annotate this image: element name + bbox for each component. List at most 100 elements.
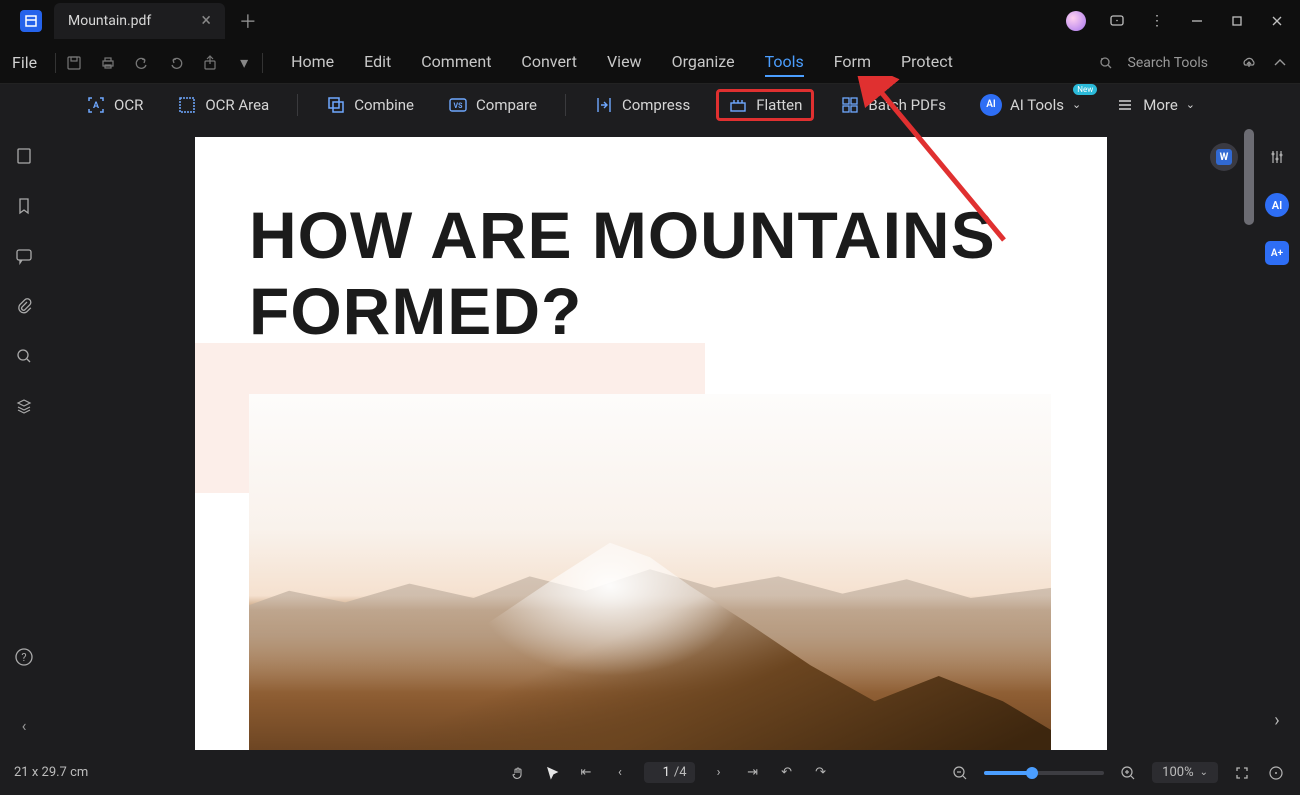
flatten-label: Flatten: [756, 96, 802, 114]
menu-tools[interactable]: Tools: [765, 48, 804, 77]
batch-button[interactable]: Batch PDFs: [834, 91, 952, 119]
fit-page-icon[interactable]: [1266, 763, 1286, 783]
divider: [565, 94, 566, 116]
menu-form[interactable]: Form: [834, 48, 871, 77]
layers-icon[interactable]: [13, 395, 35, 417]
zoom-level[interactable]: 100% ⌄: [1152, 762, 1218, 783]
hand-tool-icon[interactable]: [508, 763, 528, 783]
more-icon: [1115, 95, 1135, 115]
flatten-icon: [728, 95, 748, 115]
rotate-right-icon[interactable]: ↷: [811, 763, 831, 783]
fullscreen-icon[interactable]: [1232, 763, 1252, 783]
compress-button[interactable]: Compress: [588, 91, 696, 119]
menu-edit[interactable]: Edit: [364, 48, 391, 77]
tab-close-icon[interactable]: ×: [201, 12, 211, 30]
close-window-icon[interactable]: [1268, 12, 1286, 30]
ai-tools-button[interactable]: AI AI Tools ⌄ New: [974, 90, 1087, 120]
prev-page-icon[interactable]: ‹: [610, 763, 630, 783]
page-total: /4: [674, 765, 687, 780]
menu-tabs: Home Edit Comment Convert View Organize …: [291, 48, 953, 77]
save-icon[interactable]: [64, 53, 84, 73]
left-sidebar: ? ‹: [0, 125, 48, 750]
ocr-area-label: OCR Area: [205, 96, 269, 114]
file-menu[interactable]: File: [12, 53, 37, 72]
zoom-slider[interactable]: [984, 771, 1104, 775]
translate-panel-icon[interactable]: A+: [1265, 241, 1289, 265]
properties-icon[interactable]: [1265, 145, 1289, 169]
first-page-icon[interactable]: ⇤: [576, 763, 596, 783]
menu-organize[interactable]: Organize: [672, 48, 735, 77]
word-badge[interactable]: W: [1210, 143, 1238, 171]
ocr-label: OCR: [114, 96, 143, 114]
cloud-sync-icon[interactable]: [1240, 54, 1258, 72]
toolbar: A OCR OCR Area Combine VS Compare Compre…: [0, 84, 1300, 125]
page-input[interactable]: [652, 765, 670, 780]
thumbnails-icon[interactable]: [13, 145, 35, 167]
menubar-right: Search Tools: [1098, 54, 1288, 72]
new-tab-button[interactable]: ＋: [239, 8, 257, 34]
main-area: ? ‹ HOW ARE MOUNTAINS FORMED? W AI A+ ›: [0, 125, 1300, 750]
help-icon[interactable]: ?: [13, 646, 35, 668]
statusbar: 21 x 29.7 cm ⇤ ‹ /4 › ⇥ ↶ ↷ 100% ⌄: [0, 750, 1300, 795]
chevron-right-icon[interactable]: ›: [1265, 708, 1289, 732]
compare-label: Compare: [476, 96, 537, 114]
next-page-icon[interactable]: ›: [709, 763, 729, 783]
ocr-icon: A: [86, 95, 106, 115]
more-label: More: [1143, 96, 1178, 114]
ocr-button[interactable]: A OCR: [80, 91, 149, 119]
menu-home[interactable]: Home: [291, 48, 334, 77]
zoom-out-icon[interactable]: [950, 763, 970, 783]
titlebar: Mountain.pdf × ＋ ⋮: [0, 0, 1300, 42]
document-tab[interactable]: Mountain.pdf ×: [54, 3, 225, 39]
chevron-left-icon[interactable]: ‹: [13, 714, 35, 736]
ai-panel-icon[interactable]: AI: [1265, 193, 1289, 217]
comments-icon[interactable]: [13, 245, 35, 267]
batch-label: Batch PDFs: [868, 96, 946, 114]
search-tools-icon[interactable]: [1098, 55, 1114, 71]
chevron-down-icon: ⌄: [1072, 98, 1081, 111]
attachments-icon[interactable]: [13, 295, 35, 317]
compare-icon: VS: [448, 95, 468, 115]
feedback-icon[interactable]: [1108, 12, 1126, 30]
menu-protect[interactable]: Protect: [901, 48, 953, 77]
zoom-in-icon[interactable]: [1118, 763, 1138, 783]
last-page-icon[interactable]: ⇥: [743, 763, 763, 783]
maximize-icon[interactable]: [1228, 12, 1246, 30]
undo-icon[interactable]: [132, 53, 152, 73]
menu-comment[interactable]: Comment: [421, 48, 491, 77]
select-tool-icon[interactable]: [542, 763, 562, 783]
minimize-icon[interactable]: [1188, 12, 1206, 30]
search-tools-label[interactable]: Search Tools: [1128, 55, 1208, 71]
search-icon[interactable]: [13, 345, 35, 367]
flatten-button[interactable]: Flatten: [718, 91, 812, 119]
quick-actions: ▾: [55, 53, 263, 73]
user-avatar[interactable]: [1066, 11, 1086, 31]
more-button[interactable]: More ⌄: [1109, 91, 1201, 119]
menu-convert[interactable]: Convert: [521, 48, 577, 77]
new-badge: New: [1073, 84, 1097, 95]
scrollbar[interactable]: [1244, 129, 1254, 225]
compare-button[interactable]: VS Compare: [442, 91, 543, 119]
collapse-ribbon-icon[interactable]: [1272, 55, 1288, 71]
bookmarks-icon[interactable]: [13, 195, 35, 217]
pdf-page: HOW ARE MOUNTAINS FORMED?: [195, 137, 1107, 750]
zoom-controls: 100% ⌄: [950, 762, 1286, 783]
compress-label: Compress: [622, 96, 690, 114]
redo-icon[interactable]: [166, 53, 186, 73]
chevron-down-icon: ⌄: [1200, 767, 1208, 778]
combine-button[interactable]: Combine: [320, 91, 420, 119]
dropdown-icon[interactable]: ▾: [234, 53, 254, 73]
rotate-left-icon[interactable]: ↶: [777, 763, 797, 783]
document-canvas[interactable]: HOW ARE MOUNTAINS FORMED? W: [48, 125, 1254, 750]
combine-label: Combine: [354, 96, 414, 114]
print-icon[interactable]: [98, 53, 118, 73]
right-sidebar: AI A+ ›: [1254, 125, 1300, 750]
kebab-menu-icon[interactable]: ⋮: [1148, 12, 1166, 30]
combine-icon: [326, 95, 346, 115]
menu-view[interactable]: View: [607, 48, 642, 77]
mountain-image: [249, 394, 1051, 750]
svg-text:A: A: [93, 101, 100, 111]
ocr-area-button[interactable]: OCR Area: [171, 91, 275, 119]
page-indicator[interactable]: /4: [644, 762, 695, 783]
share-icon[interactable]: [200, 53, 220, 73]
